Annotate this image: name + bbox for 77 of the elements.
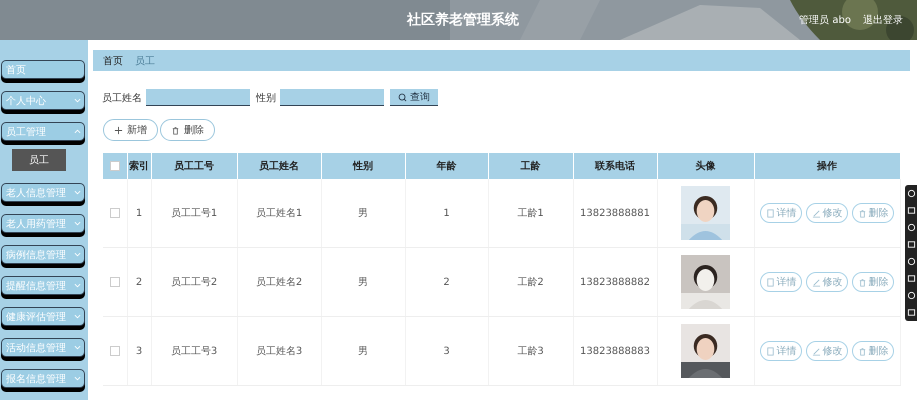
chevron-icon bbox=[74, 252, 81, 257]
row-action-button[interactable]: 详情 bbox=[760, 272, 802, 292]
table-cell: 员工姓名2 bbox=[237, 248, 321, 316]
column-header: 联系电话 bbox=[573, 153, 657, 179]
logout-link[interactable]: 退出登录 bbox=[863, 13, 903, 27]
row-action-button[interactable]: 删除 bbox=[852, 203, 894, 223]
row-action-button[interactable]: 详情 bbox=[760, 203, 802, 223]
table-cell: 13823888883 bbox=[573, 316, 657, 386]
document-icon bbox=[766, 278, 774, 286]
input-field[interactable] bbox=[146, 89, 250, 106]
table-cell: 员工工号2 bbox=[151, 248, 237, 316]
user-name: 管理员 abo bbox=[799, 14, 851, 27]
search-icon bbox=[398, 92, 407, 102]
table-cell: 男 bbox=[321, 316, 405, 386]
table-cell: 13823888882 bbox=[573, 248, 657, 316]
column-header: 性别 bbox=[321, 153, 405, 179]
plus-icon bbox=[114, 126, 123, 134]
row-action-button[interactable]: 修改 bbox=[806, 341, 848, 361]
table-cell: 男 bbox=[321, 248, 405, 316]
table-cell: 3 bbox=[127, 316, 151, 386]
row-action-button[interactable]: 删除 bbox=[852, 341, 894, 361]
table-cell: 工龄2 bbox=[488, 248, 573, 316]
table-cell: 2 bbox=[405, 248, 488, 316]
table-cell: 员工工号3 bbox=[151, 316, 237, 386]
checkbox[interactable] bbox=[110, 346, 120, 356]
column-header: 头像 bbox=[657, 153, 754, 179]
row-action-button[interactable]: 详情 bbox=[760, 341, 802, 361]
trash-icon bbox=[858, 346, 866, 356]
input-field[interactable] bbox=[280, 89, 384, 106]
checkbox[interactable] bbox=[110, 208, 120, 218]
document-icon bbox=[766, 208, 774, 218]
chevron-icon bbox=[74, 345, 81, 350]
action-button[interactable]: 删除 bbox=[160, 119, 215, 141]
row-action-button[interactable]: 删除 bbox=[852, 272, 894, 292]
table-cell: 员工姓名3 bbox=[237, 316, 321, 386]
field-label: 员工姓名 bbox=[102, 92, 142, 104]
trash-icon bbox=[858, 278, 866, 286]
row-action-button[interactable]: 修改 bbox=[806, 203, 848, 223]
pencil-icon bbox=[812, 278, 820, 286]
chevron-icon bbox=[74, 221, 81, 226]
field-label: 性别 bbox=[256, 92, 276, 104]
table-cell: 工龄3 bbox=[488, 316, 573, 386]
submenu-item[interactable]: 员工 bbox=[12, 149, 66, 171]
table-cell: 3 bbox=[405, 316, 488, 386]
column-header: 操作 bbox=[754, 153, 900, 179]
search-button[interactable]: 查询 bbox=[390, 89, 438, 106]
app-title: 社区养老管理系统 bbox=[407, 11, 519, 29]
breadcrumb-link[interactable]: 首页 bbox=[103, 54, 123, 68]
chevron-icon bbox=[74, 376, 81, 381]
column-header: 员工工号 bbox=[151, 153, 237, 179]
chevron-icon bbox=[74, 314, 81, 319]
column-header: 年龄 bbox=[405, 153, 488, 179]
pencil-icon bbox=[812, 208, 820, 218]
chevron-icon bbox=[74, 283, 81, 288]
column-header: 索引 bbox=[127, 153, 151, 179]
action-button[interactable]: 新增 bbox=[103, 119, 158, 141]
table-cell: 1 bbox=[127, 179, 151, 248]
table-cell: 1 bbox=[405, 179, 488, 248]
table-cell: 2 bbox=[127, 248, 151, 316]
table-cell: 工龄1 bbox=[488, 179, 573, 248]
chevron-icon bbox=[74, 190, 81, 195]
trash-icon bbox=[171, 126, 180, 134]
column-header: 员工姓名 bbox=[237, 153, 321, 179]
table-cell: 13823888881 bbox=[573, 179, 657, 248]
table-cell: 员工姓名1 bbox=[237, 179, 321, 248]
row-action-button[interactable]: 修改 bbox=[806, 272, 848, 292]
trash-icon bbox=[858, 208, 866, 218]
table-cell: 员工工号1 bbox=[151, 179, 237, 248]
checkbox[interactable] bbox=[110, 160, 120, 171]
chevron-icon bbox=[74, 98, 81, 103]
pencil-icon bbox=[812, 346, 820, 356]
chevron-icon bbox=[74, 129, 81, 134]
breadcrumb-link[interactable]: 员工 bbox=[135, 54, 155, 68]
document-icon bbox=[766, 346, 774, 356]
column-header: 工龄 bbox=[488, 153, 573, 179]
table-cell: 男 bbox=[321, 179, 405, 248]
checkbox[interactable] bbox=[110, 276, 120, 287]
